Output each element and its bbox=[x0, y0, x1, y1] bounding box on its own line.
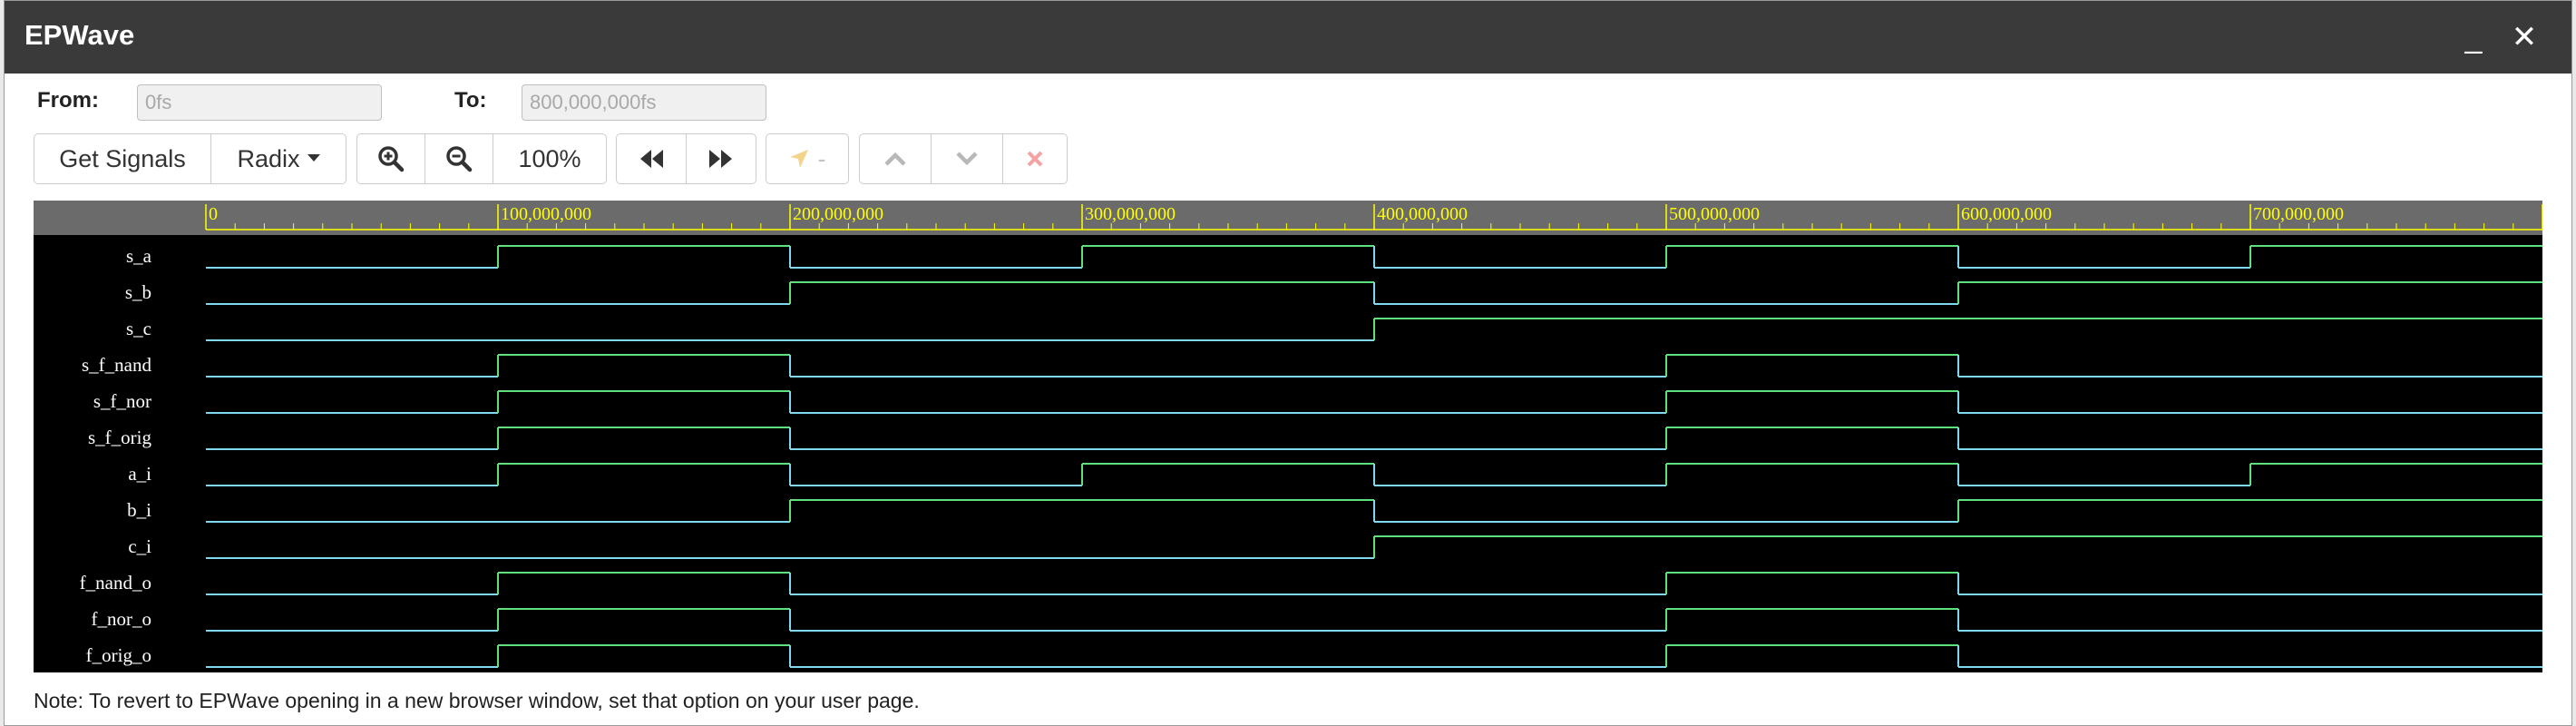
zoom-in-button[interactable] bbox=[356, 133, 425, 184]
signal-name[interactable]: s_c bbox=[34, 318, 151, 340]
forward-button[interactable] bbox=[686, 133, 756, 184]
ruler-tick-label: 100,000,000 bbox=[501, 204, 591, 224]
title-bar: EPWave _ ✕ bbox=[5, 1, 2571, 74]
ruler-tick-label: 300,000,000 bbox=[1085, 204, 1176, 224]
get-signals-label: Get Signals bbox=[59, 144, 186, 172]
radix-label: Radix bbox=[237, 144, 300, 172]
signal-name[interactable]: a_i bbox=[34, 463, 151, 486]
to-label: To: bbox=[454, 88, 487, 113]
signal-name[interactable]: f_orig_o bbox=[34, 644, 151, 667]
signal-name[interactable]: s_f_nand bbox=[34, 354, 151, 377]
chevron-down-icon bbox=[955, 151, 979, 167]
location-arrow-icon bbox=[789, 149, 809, 169]
zoom-level-label: 100% bbox=[518, 144, 581, 172]
waveform-canvas bbox=[205, 204, 2542, 668]
zoom-in-icon bbox=[377, 145, 405, 172]
move-down-button[interactable] bbox=[931, 133, 1003, 184]
ruler-tick-label: 700,000,000 bbox=[2253, 204, 2344, 224]
ruler-tick-label: 200,000,000 bbox=[793, 204, 883, 224]
zoom-level-button[interactable]: 100% bbox=[493, 133, 607, 184]
marker-value: - bbox=[817, 144, 826, 172]
get-signals-button[interactable]: Get Signals bbox=[34, 133, 211, 184]
ruler-tick-label: 0 bbox=[209, 204, 218, 224]
to-input[interactable] bbox=[522, 84, 766, 121]
move-up-button[interactable] bbox=[859, 133, 932, 184]
fast-forward-icon bbox=[707, 148, 735, 170]
from-label: From: bbox=[37, 88, 99, 113]
marker-button[interactable]: - bbox=[766, 133, 849, 184]
ruler-tick-label: 500,000,000 bbox=[1669, 204, 1760, 224]
close-icon[interactable]: ✕ bbox=[2504, 17, 2544, 57]
signal-name[interactable]: s_f_nor bbox=[34, 390, 151, 413]
signal-name[interactable]: s_f_orig bbox=[34, 427, 151, 449]
signal-name[interactable]: f_nor_o bbox=[34, 608, 152, 631]
zoom-out-button[interactable] bbox=[424, 133, 493, 184]
minimize-icon[interactable]: _ bbox=[2454, 17, 2493, 57]
fast-backward-icon bbox=[638, 148, 665, 170]
chevron-up-icon bbox=[883, 151, 907, 167]
remove-icon bbox=[1026, 150, 1044, 168]
caret-down-icon bbox=[307, 154, 320, 163]
signal-name[interactable]: f_nand_o bbox=[34, 572, 151, 594]
window-title: EPWave bbox=[24, 19, 135, 51]
note-text: Note: To revert to EPWave opening in a n… bbox=[34, 689, 920, 712]
remove-button[interactable] bbox=[1002, 133, 1068, 184]
radix-dropdown[interactable]: Radix bbox=[210, 133, 346, 184]
epwave-window: EPWave _ ✕ From: To: Get Signals Radix 1… bbox=[4, 0, 2572, 726]
waveform-viewer[interactable]: 0 100,000,000 200,000,000 300,000,000 400,00… bbox=[34, 201, 2542, 672]
zoom-out-icon bbox=[445, 145, 473, 172]
signal-name[interactable]: s_b bbox=[34, 281, 151, 304]
ruler-tick-label: 600,000,000 bbox=[1961, 204, 2052, 224]
ruler-tick-label: 400,000,000 bbox=[1377, 204, 1468, 224]
signal-name[interactable]: c_i bbox=[34, 535, 151, 558]
signal-name[interactable]: b_i bbox=[34, 499, 151, 522]
rewind-button[interactable] bbox=[616, 133, 687, 184]
signal-name[interactable]: s_a bbox=[34, 245, 151, 268]
from-input[interactable] bbox=[137, 84, 382, 121]
